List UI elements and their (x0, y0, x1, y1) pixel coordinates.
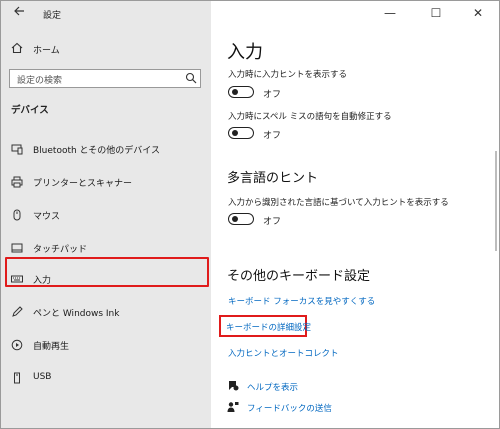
toggle-knob (232, 88, 238, 95)
toggle-knob (232, 129, 238, 136)
home-label: ホーム (33, 46, 60, 56)
toggle-knob (232, 215, 238, 222)
sidebar-item-autoplay[interactable]: 自動再生 (1, 330, 211, 360)
sidebar-item-pen[interactable]: ペンと Windows Ink (1, 297, 211, 327)
setting-label-autocorrect: 入力時にスペル ミスの語句を自動修正する (228, 112, 392, 122)
back-button[interactable] (13, 5, 25, 21)
hints-autocorrect-link[interactable]: 入力ヒントとオートコレクト (228, 347, 339, 359)
sidebar-item-label: ペンと Windows Ink (33, 309, 120, 319)
bluetooth-devices-icon (11, 144, 23, 155)
sidebar-item-label: Bluetooth とその他のデバイス (33, 146, 161, 156)
sidebar-item-usb[interactable]: USB (1, 363, 211, 393)
sidebar-item-label: マウス (33, 212, 61, 222)
keyboard-focus-link[interactable]: キーボード フォーカスを見やすくする (228, 295, 375, 307)
mouse-icon (13, 209, 21, 221)
minimize-button[interactable]: — (369, 1, 411, 25)
sidebar-item-mouse[interactable]: マウス (1, 200, 211, 230)
selected-item-highlight (5, 257, 209, 287)
close-button[interactable]: ✕ (457, 1, 499, 25)
sidebar-item-printers[interactable]: プリンターとスキャナー (1, 167, 211, 197)
maximize-button[interactable]: ☐ (415, 1, 457, 25)
sidebar-item-label: プリンターとスキャナー (33, 179, 133, 189)
show-help-link[interactable]: ヘルプを表示 (247, 381, 298, 393)
printer-icon (11, 176, 23, 188)
scrollbar[interactable] (495, 151, 497, 251)
help-icon (229, 381, 239, 391)
back-arrow-icon (14, 6, 24, 16)
app-title: 設定 (43, 11, 62, 21)
sidebar-item-home[interactable]: ホーム (1, 33, 211, 63)
sidebar-item-bluetooth[interactable]: Bluetooth とその他のデバイス (1, 134, 211, 164)
setting-label-multilang: 入力から識別された言語に基づいて入力ヒントを表示する (228, 198, 449, 208)
sidebar-item-label: USB (33, 372, 52, 382)
typing-hints-toggle[interactable] (228, 86, 254, 98)
main-content: — ☐ ✕ (211, 1, 499, 428)
feedback-link[interactable]: フィードバックの送信 (247, 402, 332, 414)
sidebar-item-label: 自動再生 (33, 342, 70, 352)
pen-icon (12, 306, 23, 317)
touchpad-icon (11, 243, 23, 253)
feedback-icon (227, 402, 239, 412)
autoplay-icon (11, 339, 23, 351)
search-icon[interactable] (185, 72, 197, 84)
multilang-toggle[interactable] (228, 213, 254, 225)
multilang-heading: 多言語のヒント (227, 171, 319, 186)
section-title: デバイス (11, 105, 49, 116)
usb-icon (14, 372, 20, 384)
other-keyboard-heading: その他のキーボード設定 (227, 269, 371, 284)
toggle-state: オフ (263, 131, 282, 141)
setting-label-typing-hints: 入力時に入力ヒントを表示する (228, 70, 348, 80)
search-input[interactable]: 設定の検索 (17, 73, 62, 86)
toggle-state: オフ (263, 90, 282, 100)
settings-window: 設定 ホーム 設定の検索 デバイス Bluetooth とその他のデバイス プリ… (0, 0, 500, 429)
sidebar: 設定 ホーム 設定の検索 デバイス Bluetooth とその他のデバイス プリ… (1, 1, 211, 428)
autocorrect-toggle[interactable] (228, 127, 254, 139)
sidebar-item-label: タッチパッド (33, 245, 88, 255)
toggle-state: オフ (263, 217, 282, 227)
home-icon (11, 42, 23, 54)
page-title: 入力 (227, 42, 263, 63)
advanced-keyboard-link[interactable]: キーボードの詳細設定 (226, 321, 311, 333)
